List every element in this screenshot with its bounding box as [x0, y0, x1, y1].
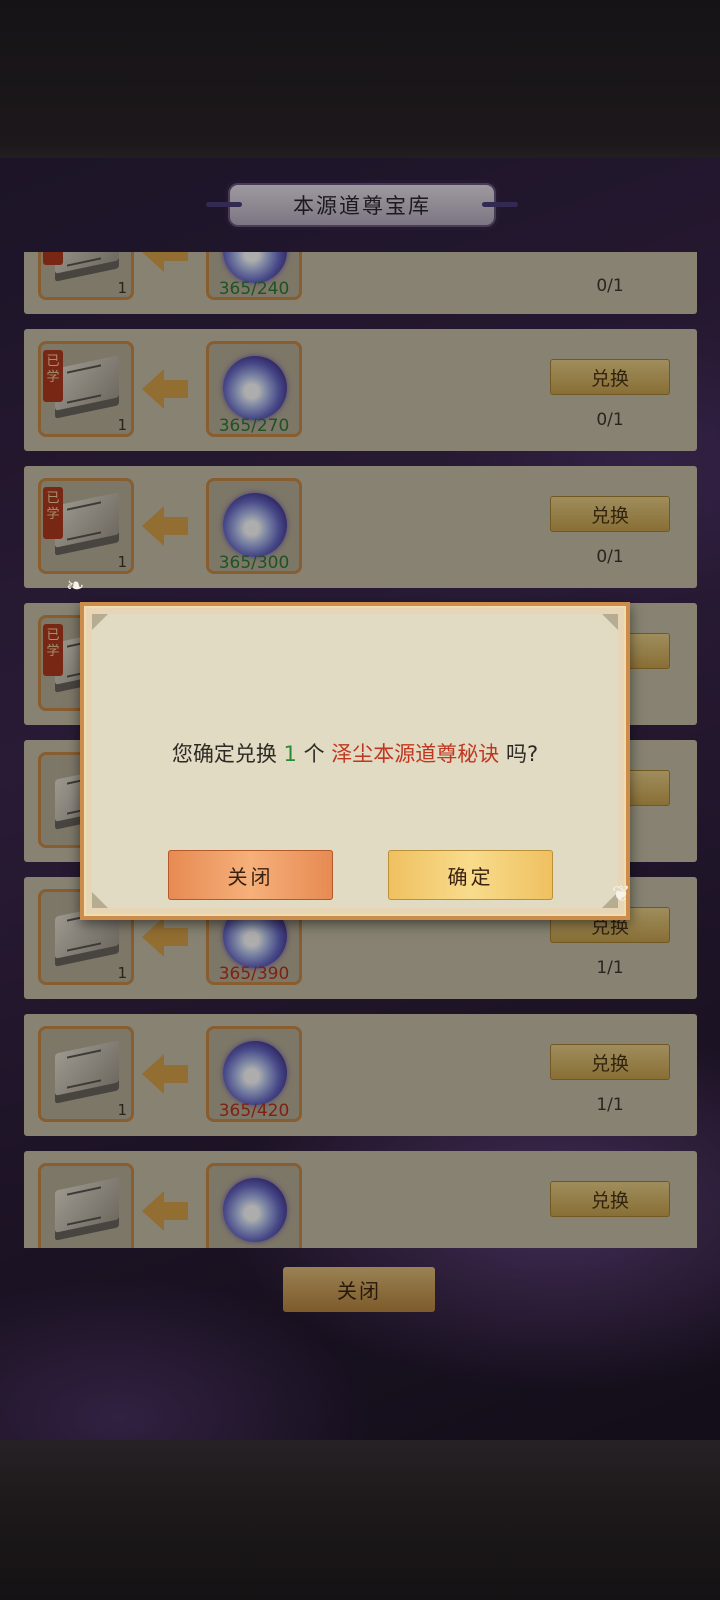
cost-progress: 365/240	[218, 279, 290, 299]
cost-item-slot[interactable]: 365/240	[206, 252, 302, 300]
exchange-limit: 0/1	[596, 276, 624, 296]
teapot-orb-icon	[223, 356, 287, 420]
exchange-button[interactable]: 兑换	[550, 1181, 670, 1217]
book-count: 1	[117, 1101, 127, 1119]
cost-progress: 365/420	[218, 1101, 290, 1121]
exchange-row: 已学 1 365/270 兑换 0/1	[24, 329, 697, 451]
arrow-left-icon	[142, 252, 188, 272]
arrow-left-icon	[142, 506, 188, 546]
arrow-left-icon	[142, 1191, 188, 1231]
bottom-band	[0, 1440, 720, 1600]
cost-item-slot[interactable]: 365/300	[206, 478, 302, 574]
exchange-limit: 0/1	[596, 547, 624, 567]
arrow-left-icon	[142, 1054, 188, 1094]
teapot-orb-icon	[223, 1041, 287, 1105]
treasury-title-plate: 本源道尊宝库	[206, 183, 518, 227]
message-item-name: 泽尘本源道尊秘诀	[331, 742, 500, 766]
teapot-orb-icon	[223, 493, 287, 557]
dialog-confirm-button[interactable]: 确定	[388, 850, 553, 900]
dialog-corner	[92, 614, 108, 630]
butterfly-icon: ❦	[612, 882, 631, 907]
exchange-button[interactable]: 兑换	[550, 496, 670, 532]
message-suffix: 吗?	[505, 742, 539, 766]
cost-progress: 365/270	[218, 416, 290, 436]
title-rod-left	[206, 202, 242, 207]
treasury-title: 本源道尊宝库	[293, 194, 431, 218]
book-count: 1	[117, 416, 127, 434]
cost-progress: 365/300	[218, 553, 290, 573]
learned-tag: 已学	[43, 252, 63, 265]
butterfly-icon: ❧	[66, 574, 85, 599]
book-count: 1	[117, 964, 127, 982]
exchange-limit: 0/1	[596, 410, 624, 430]
book-item-slot[interactable]: 已学 1	[38, 252, 134, 300]
book-item-slot[interactable]: 已学 1	[38, 341, 134, 437]
exchange-row: 兑换	[24, 1151, 697, 1248]
message-prefix: 您确定兑换	[171, 742, 277, 766]
cost-item-slot[interactable]: 365/420	[206, 1026, 302, 1122]
confirm-dialog: 您确定兑换 1 个 泽尘本源道尊秘诀 吗? 关闭 确定	[80, 602, 630, 920]
book-item-slot[interactable]: 1	[38, 1026, 134, 1122]
close-button[interactable]: 关闭	[283, 1267, 435, 1312]
dialog-corner	[602, 614, 618, 630]
cost-item-slot[interactable]	[206, 1163, 302, 1248]
exchange-row: 已学 1 365/300 兑换 0/1	[24, 466, 697, 588]
exchange-limit: 1/1	[596, 1095, 624, 1115]
top-band	[0, 0, 720, 158]
cost-progress: 365/390	[218, 964, 290, 984]
exchange-button[interactable]: 兑换	[550, 359, 670, 395]
cost-item-slot[interactable]: 365/270	[206, 341, 302, 437]
book-count: 1	[117, 279, 127, 297]
confirm-message: 您确定兑换 1 个 泽尘本源道尊秘诀 吗?	[84, 738, 626, 768]
exchange-row: 1 365/420 兑换 1/1	[24, 1014, 697, 1136]
exchange-button[interactable]: 兑换	[550, 1044, 670, 1080]
exchange-limit: 1/1	[596, 958, 624, 978]
book-item-slot[interactable]	[38, 1163, 134, 1248]
learned-tag: 已学	[43, 350, 63, 402]
title-rod-right	[482, 202, 518, 207]
dialog-corner	[92, 892, 108, 908]
book-count: 1	[117, 553, 127, 571]
arrow-left-icon	[142, 369, 188, 409]
dialog-close-button[interactable]: 关闭	[168, 850, 333, 900]
teapot-orb-icon	[223, 1178, 287, 1242]
exchange-row: 已学 1 365/240 0/1	[24, 252, 697, 314]
book-item-slot[interactable]: 已学 1	[38, 478, 134, 574]
message-quantity: 1	[283, 742, 297, 766]
message-unit: 个	[303, 742, 325, 766]
learned-tag: 已学	[43, 487, 63, 539]
learned-tag: 已学	[43, 624, 63, 676]
arrow-left-icon	[142, 917, 188, 957]
